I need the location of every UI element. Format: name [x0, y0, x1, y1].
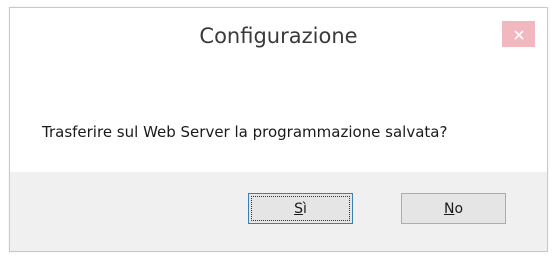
no-button-mnemonic: N: [443, 200, 455, 217]
yes-button[interactable]: Sì: [248, 193, 353, 224]
no-button-label: o: [454, 200, 464, 217]
dialog-title: Configurazione: [199, 24, 358, 48]
title-bar[interactable]: Configurazione: [10, 8, 547, 66]
yes-button-label: ì: [303, 200, 307, 217]
dialog-window: Configurazione Trasferire sul Web Server…: [9, 7, 548, 252]
no-button[interactable]: No: [401, 193, 506, 224]
yes-button-mnemonic: S: [294, 200, 303, 217]
dialog-content: Trasferire sul Web Server la programmazi…: [10, 66, 547, 172]
close-icon: [513, 25, 524, 44]
close-button[interactable]: [502, 21, 535, 47]
dialog-message: Trasferire sul Web Server la programmazi…: [42, 123, 448, 141]
dialog-footer: Sì No: [10, 172, 547, 251]
